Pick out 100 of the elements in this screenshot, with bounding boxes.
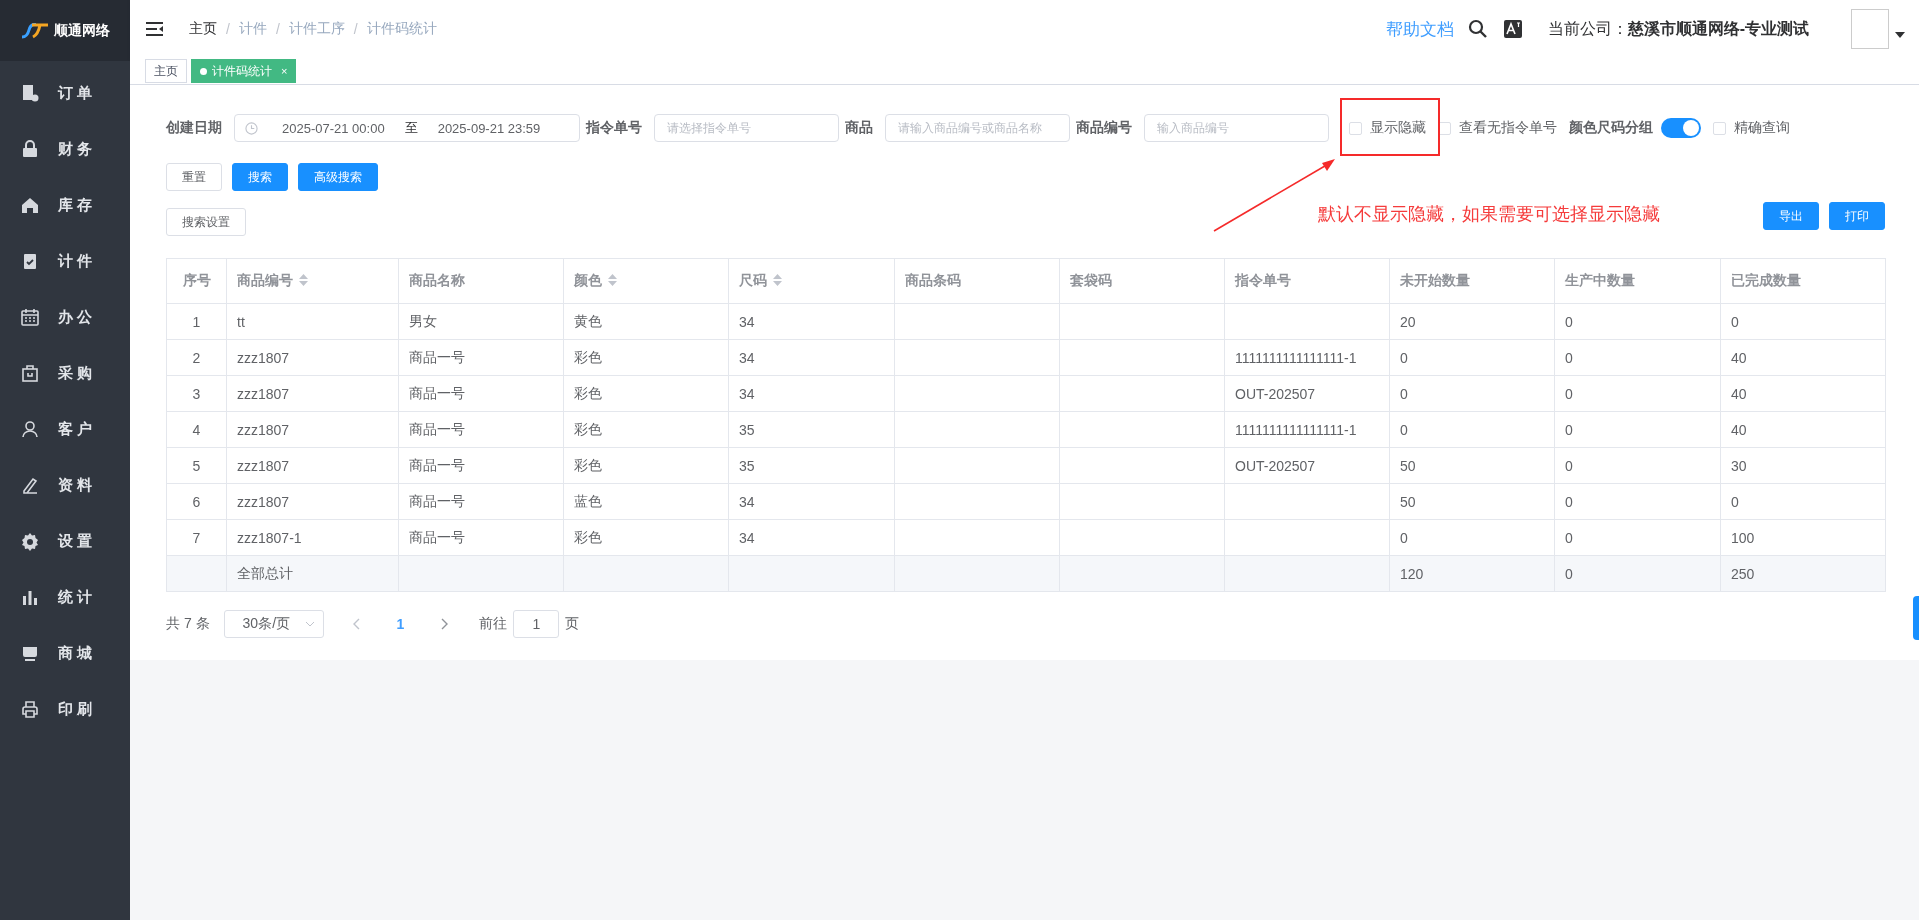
previous-page-icon[interactable] bbox=[351, 618, 361, 630]
column-header: 商品条码 bbox=[905, 272, 961, 288]
table-cell: 0 bbox=[1565, 529, 1573, 546]
table-cell: 34 bbox=[739, 493, 755, 510]
menu-item-icon bbox=[20, 307, 40, 327]
sidebar-item[interactable]: 财 务 bbox=[0, 121, 130, 177]
table-cell: 0 bbox=[1565, 313, 1573, 330]
sidebar-item[interactable]: 商 城 bbox=[0, 625, 130, 681]
breadcrumb-separator: / bbox=[275, 21, 280, 37]
search-settings-button[interactable]: 搜索设置 bbox=[166, 208, 246, 236]
sidebar-item[interactable]: 采 购 bbox=[0, 345, 130, 401]
table-cell: zzz1807 bbox=[237, 457, 290, 474]
table-cell: 5 bbox=[192, 457, 201, 474]
avatar-image[interactable] bbox=[1851, 9, 1889, 49]
table-cell: 0 bbox=[1565, 421, 1573, 438]
table-cell: 彩色 bbox=[574, 528, 602, 545]
table-cell: 男女 bbox=[409, 312, 437, 329]
menu-item-icon bbox=[20, 363, 40, 383]
table-cell: zzz1807 bbox=[237, 349, 290, 366]
sort-icon[interactable] bbox=[608, 274, 617, 286]
column-header: 序号 bbox=[182, 272, 211, 288]
toggle-switch[interactable] bbox=[1661, 118, 1701, 138]
checkbox[interactable] bbox=[1713, 121, 1726, 135]
sort-icon[interactable] bbox=[773, 274, 782, 286]
menu-item-icon bbox=[20, 195, 40, 215]
switch-label: 颜色尺码分组 bbox=[1569, 119, 1653, 137]
table-cell: zzz1807 bbox=[237, 493, 290, 510]
table-cell: OUT-202507 bbox=[1235, 385, 1316, 402]
table-cell: 商品一号 bbox=[409, 420, 465, 437]
table-cell: 0 bbox=[1565, 457, 1573, 474]
table-cell: 彩色 bbox=[574, 348, 602, 365]
table-cell: 商品一号 bbox=[409, 456, 465, 473]
table-cell: 34 bbox=[739, 385, 755, 402]
table-cell: 商品一号 bbox=[409, 348, 465, 365]
total-count: 共 7 条 bbox=[166, 615, 210, 633]
breadcrumb-separator: / bbox=[226, 21, 230, 37]
table-cell: 7 bbox=[192, 529, 201, 546]
table-cell: 彩色 bbox=[574, 420, 602, 437]
page-input[interactable]: 1 bbox=[513, 610, 560, 638]
table-cell: 30 bbox=[1731, 457, 1747, 474]
company-name: 当前公司：慈溪市顺通网络-专业测试 bbox=[1547, 18, 1809, 39]
menu-icon[interactable] bbox=[146, 21, 164, 37]
table-cell: 0 bbox=[1565, 349, 1573, 366]
active-dot-icon bbox=[200, 67, 207, 75]
table-cell: 100 bbox=[1731, 529, 1755, 546]
sidebar-item[interactable]: 客 户 bbox=[0, 401, 130, 457]
checkbox[interactable] bbox=[1349, 121, 1362, 135]
date-separator: 至 bbox=[404, 119, 418, 137]
column-header: 生产中数量 bbox=[1565, 272, 1635, 288]
table-cell: 0 bbox=[1565, 385, 1573, 402]
table-cell: 35 bbox=[739, 421, 755, 438]
column-header: 未开始数量 bbox=[1400, 272, 1470, 288]
table-cell: 1111111111111111-1 bbox=[1235, 421, 1357, 438]
breadcrumb-item: 计件码统计 bbox=[366, 20, 437, 38]
side-handle[interactable] bbox=[1913, 596, 1919, 640]
breadcrumb-separator: / bbox=[353, 21, 358, 37]
table-cell: OUT-202507 bbox=[1235, 457, 1316, 474]
sort-icon[interactable] bbox=[299, 274, 308, 286]
table-cell: 商品一号 bbox=[409, 492, 465, 509]
sidebar-item[interactable]: 办 公 bbox=[0, 289, 130, 345]
summary-cell: 250 bbox=[1731, 565, 1755, 582]
page-size-select[interactable]: 30条/页 bbox=[223, 610, 324, 638]
sidebar-item[interactable]: 订 单 bbox=[0, 65, 130, 121]
table-cell: 6 bbox=[192, 493, 201, 510]
sidebar-item[interactable]: 印 刷 bbox=[0, 681, 130, 737]
breadcrumb-item[interactable]: 主页 bbox=[189, 20, 217, 38]
input-field[interactable]: 输入商品编号 bbox=[1144, 114, 1329, 142]
field-label: 指令单号 bbox=[586, 119, 642, 137]
sidebar-item[interactable]: 库 存 bbox=[0, 177, 130, 233]
table-cell: 商品一号 bbox=[409, 528, 465, 545]
sidebar-item[interactable]: 设 置 bbox=[0, 513, 130, 569]
logo-icon bbox=[20, 22, 50, 39]
checkbox-label[interactable]: 查看无指令单号 bbox=[1459, 119, 1557, 137]
clock-icon bbox=[245, 121, 258, 135]
page-tab[interactable]: 主页 bbox=[145, 59, 187, 83]
checkbox-label[interactable]: 精确查询 bbox=[1734, 119, 1790, 137]
sidebar-item[interactable]: 统 计 bbox=[0, 569, 130, 625]
table-cell: 商品一号 bbox=[409, 384, 465, 401]
sidebar-item[interactable]: 资 料 bbox=[0, 457, 130, 513]
date-range-field[interactable]: 2025-07-21 00:00 至 2025-09-21 23:59 bbox=[234, 114, 580, 142]
table-cell: 2 bbox=[192, 349, 201, 366]
start-date: 2025-07-21 00:00 bbox=[282, 120, 385, 136]
page-suffix: 页 bbox=[565, 615, 580, 633]
table-cell: 40 bbox=[1731, 349, 1747, 366]
checkbox-label[interactable]: 显示隐藏 bbox=[1370, 119, 1426, 137]
next-page-icon[interactable] bbox=[440, 618, 450, 630]
input-field[interactable]: 请选择指令单号 bbox=[654, 114, 839, 142]
action-button[interactable]: 重置 bbox=[166, 163, 222, 191]
column-header: 指令单号 bbox=[1235, 272, 1291, 288]
input-field[interactable]: 请输入商品编号或商品名称 bbox=[885, 114, 1070, 142]
table-cell: 50 bbox=[1400, 457, 1416, 474]
table-cell: 35 bbox=[739, 457, 755, 474]
table-cell: 3 bbox=[192, 385, 201, 402]
caret-icon[interactable] bbox=[1895, 31, 1905, 39]
field-label: 商品编号 bbox=[1076, 119, 1132, 137]
table-cell: 34 bbox=[739, 529, 755, 546]
search-icon[interactable] bbox=[1467, 19, 1488, 39]
sidebar-item[interactable]: 计 件 bbox=[0, 233, 130, 289]
table-cell: 1111111111111111-1 bbox=[1235, 349, 1357, 366]
translate-icon[interactable] bbox=[1503, 20, 1522, 38]
